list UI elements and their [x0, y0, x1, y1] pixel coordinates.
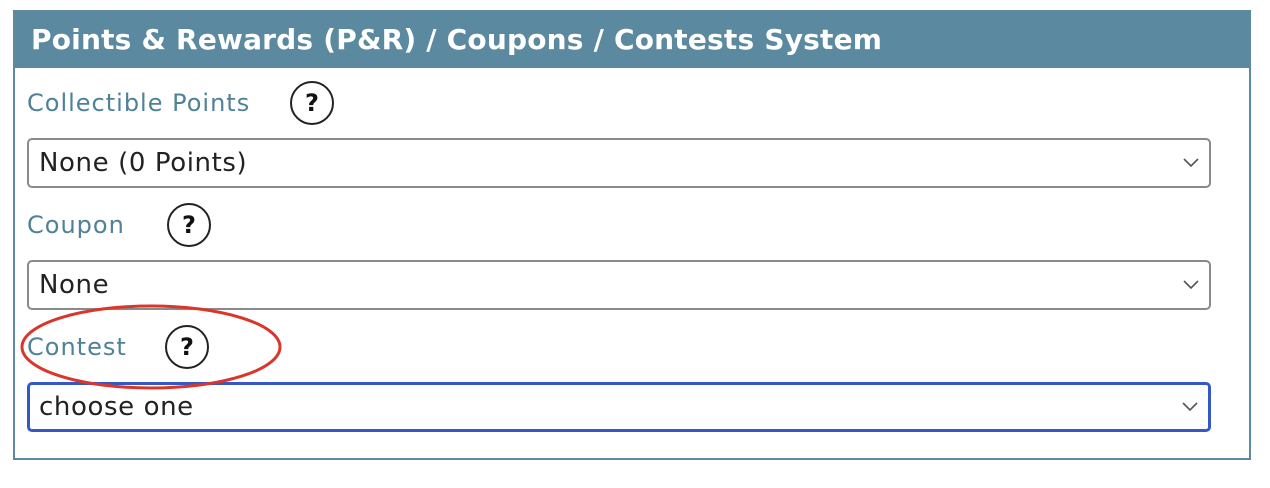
collectible-points-selected-value: None (0 Points) — [39, 148, 248, 178]
coupon-help-icon[interactable]: ? — [167, 203, 211, 247]
contest-select[interactable]: choose one — [27, 382, 1211, 432]
collectible-points-help-icon[interactable]: ? — [290, 81, 334, 125]
coupon-selected-value: None — [39, 270, 110, 300]
collectible-points-label: Collectible Points — [27, 89, 251, 117]
contest-help-icon[interactable]: ? — [165, 325, 209, 369]
contest-label: Contest — [27, 333, 127, 361]
coupon-select[interactable]: None — [27, 260, 1211, 310]
collectible-points-select[interactable]: None (0 Points) — [27, 138, 1211, 188]
coupon-label: Coupon — [27, 211, 125, 239]
chevron-down-icon — [1183, 158, 1199, 168]
chevron-down-icon — [1183, 280, 1199, 290]
panel-title: Points & Rewards (P&R) / Coupons / Conte… — [15, 12, 1249, 68]
chevron-down-icon — [1182, 402, 1198, 412]
contest-selected-value: choose one — [39, 392, 194, 422]
